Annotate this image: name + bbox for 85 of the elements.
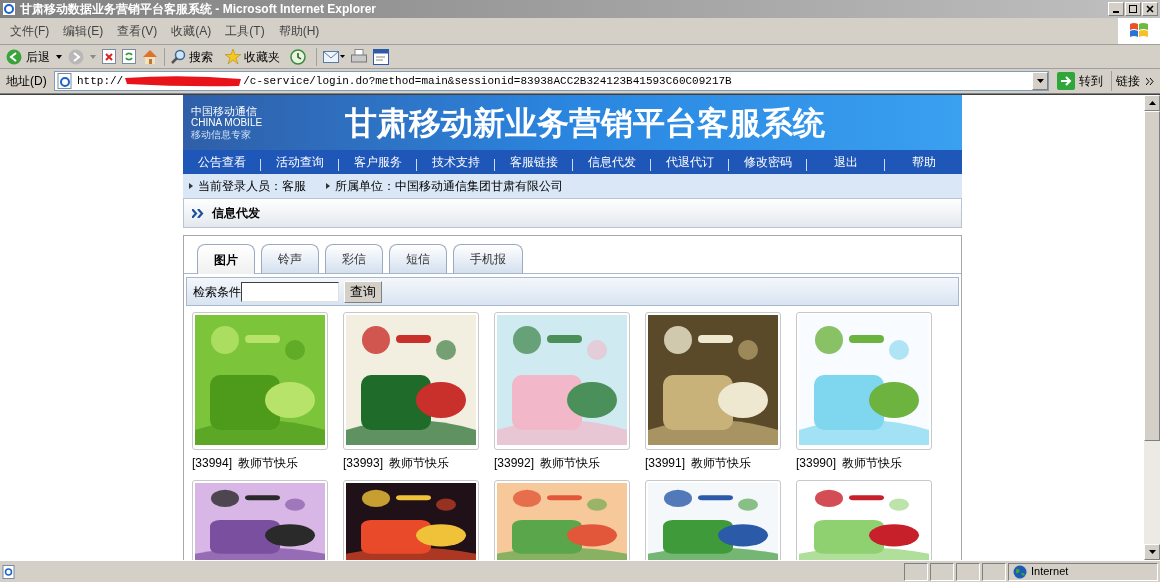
banner-title: 甘肃移动新业务营销平台客服系统 [345, 103, 825, 143]
home-icon[interactable] [142, 49, 158, 64]
picture-caption: 教师节快乐 [540, 455, 601, 472]
go-button[interactable]: 转到 [1053, 72, 1107, 90]
edit-icon[interactable] [373, 48, 389, 65]
star-icon [225, 49, 241, 64]
section-title: 信息代发 [212, 205, 260, 222]
menu-item[interactable]: 编辑(E) [63, 22, 104, 40]
info-text: 当前登录人员：客服 [198, 178, 306, 195]
nav-link[interactable]: 帮助 [885, 153, 962, 171]
picture-id: [33994] [192, 455, 233, 472]
print-icon[interactable] [351, 49, 367, 64]
links-button[interactable]: 链接 [1116, 72, 1160, 90]
picture-id: [33990] [796, 455, 837, 472]
picture-caption: 教师节快乐 [691, 455, 752, 472]
nav-link[interactable]: 代退代订 [651, 153, 728, 171]
url-text: http:// [77, 73, 124, 89]
picture-caption: 教师节快乐 [842, 455, 903, 472]
logo-text: CHINA MOBILE [191, 116, 264, 129]
status-pane [904, 562, 928, 581]
stop-icon[interactable] [102, 49, 116, 64]
up-arrow-icon [1148, 101, 1156, 105]
menu-item[interactable]: 收藏(A) [171, 22, 212, 40]
tab[interactable]: 手机报 [453, 244, 523, 273]
back-button[interactable]: 后退 [6, 47, 50, 66]
mail-icon[interactable] [323, 49, 345, 64]
tab[interactable]: 铃声 [261, 244, 319, 273]
info-text: 所属单位：中国移动通信集团甘肃有限公司 [335, 178, 563, 195]
tab[interactable]: 彩信 [325, 244, 383, 273]
nav-link[interactable]: 信息代发 [573, 153, 650, 171]
search-icon [171, 49, 186, 64]
search-field[interactable] [241, 281, 339, 302]
close-icon [1146, 5, 1154, 13]
globe-icon [1013, 564, 1027, 579]
logo-text: 中国移动通信 [191, 104, 258, 117]
scrollbar[interactable] [1144, 95, 1160, 560]
nav-link[interactable]: 客服链接 [495, 153, 572, 171]
tab[interactable]: 短信 [389, 244, 447, 273]
tab[interactable]: 图片 [197, 244, 255, 274]
page-icon [2, 564, 16, 579]
history-icon[interactable] [290, 48, 306, 65]
address-label: 地址(D) [6, 73, 48, 90]
bullet-icon [189, 183, 193, 189]
menu-item[interactable]: 工具(T) [225, 22, 265, 40]
status-pane [982, 562, 1006, 581]
picture-caption: 教师节快乐 [238, 455, 299, 472]
maximize-icon [1129, 5, 1137, 13]
favorites-button[interactable]: 收藏夹 [225, 47, 280, 66]
chevron-icon [1146, 77, 1154, 85]
search-label: 检索条件 [193, 283, 241, 301]
browser-icon [2, 2, 16, 16]
nav-link[interactable]: 公告查看 [183, 153, 260, 171]
url-text: /c-service/login.do?method=main&sessionid=83938ACC2B324123B41593C60C09217B [243, 73, 732, 89]
bullet-icon [326, 183, 330, 189]
status-pane [930, 562, 954, 581]
down-arrow-icon [1148, 550, 1156, 554]
menu-item[interactable]: 查看(V) [117, 22, 158, 40]
double-chevron-icon [192, 208, 204, 218]
search-button[interactable]: 搜索 [171, 47, 213, 66]
windows-logo-icon [1129, 22, 1149, 40]
refresh-icon[interactable] [122, 49, 136, 64]
picture-id: [33993] [343, 455, 384, 472]
close-button[interactable] [1142, 2, 1158, 16]
maximize-button[interactable] [1125, 2, 1141, 16]
address-field[interactable]: http:// /c-service/login.do?method=main&sessionid=83938ACC2B324123B41593C60C09217B [54, 71, 1049, 91]
zone-text: Internet [1031, 564, 1069, 580]
caret-icon[interactable] [56, 54, 62, 59]
nav-link[interactable]: 技术支持 [417, 153, 494, 171]
page-icon [57, 73, 73, 89]
nav-link[interactable]: 退出 [807, 153, 884, 171]
picture-caption: 教师节快乐 [389, 455, 450, 472]
caret-icon [1036, 79, 1044, 83]
picture-id: [33991] [645, 455, 686, 472]
menu-item[interactable]: 帮助(H) [278, 22, 320, 40]
picture-id: [33992] [494, 455, 535, 472]
status-pane [956, 562, 980, 581]
nav-link[interactable]: 活动查询 [261, 153, 338, 171]
nav-link[interactable]: 修改密码 [729, 153, 806, 171]
menu-item[interactable]: 文件(F) [10, 22, 50, 40]
dropdown-button[interactable] [1032, 72, 1048, 90]
minimize-button[interactable] [1108, 2, 1124, 16]
nav-link[interactable]: 客户服务 [339, 153, 416, 171]
logo-slogan: 移动信息专家 [191, 128, 252, 141]
window-title: 甘肃移动数据业务营销平台客服系统 - Microsoft Internet Explorer [20, 1, 377, 18]
query-button[interactable]: 查询 [344, 280, 382, 303]
